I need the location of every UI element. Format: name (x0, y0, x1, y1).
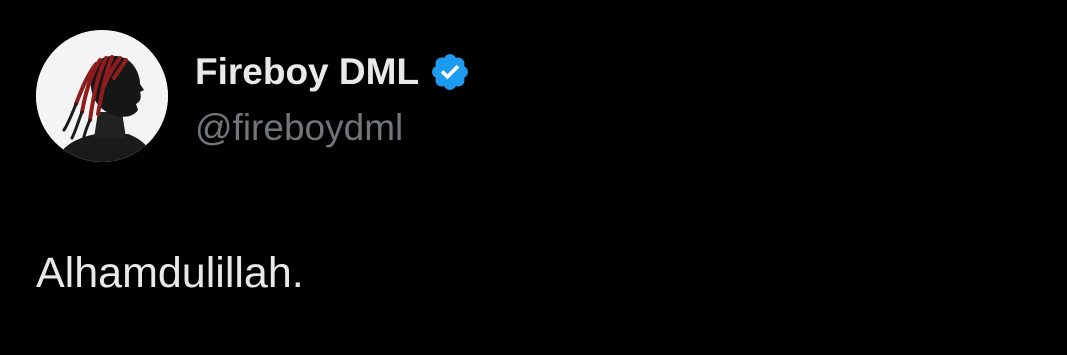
name-row: Fireboy DML (195, 50, 471, 94)
avatar[interactable] (36, 30, 168, 162)
profile-photo-icon (36, 30, 168, 162)
tweet-text: Alhamdulillah. (36, 249, 304, 297)
display-name[interactable]: Fireboy DML (195, 50, 419, 94)
verified-badge-icon (432, 54, 468, 90)
user-handle[interactable]: @fireboydml (195, 106, 403, 150)
tweet-card: Fireboy DML @fireboydml Alhamdulillah. (0, 0, 1067, 355)
